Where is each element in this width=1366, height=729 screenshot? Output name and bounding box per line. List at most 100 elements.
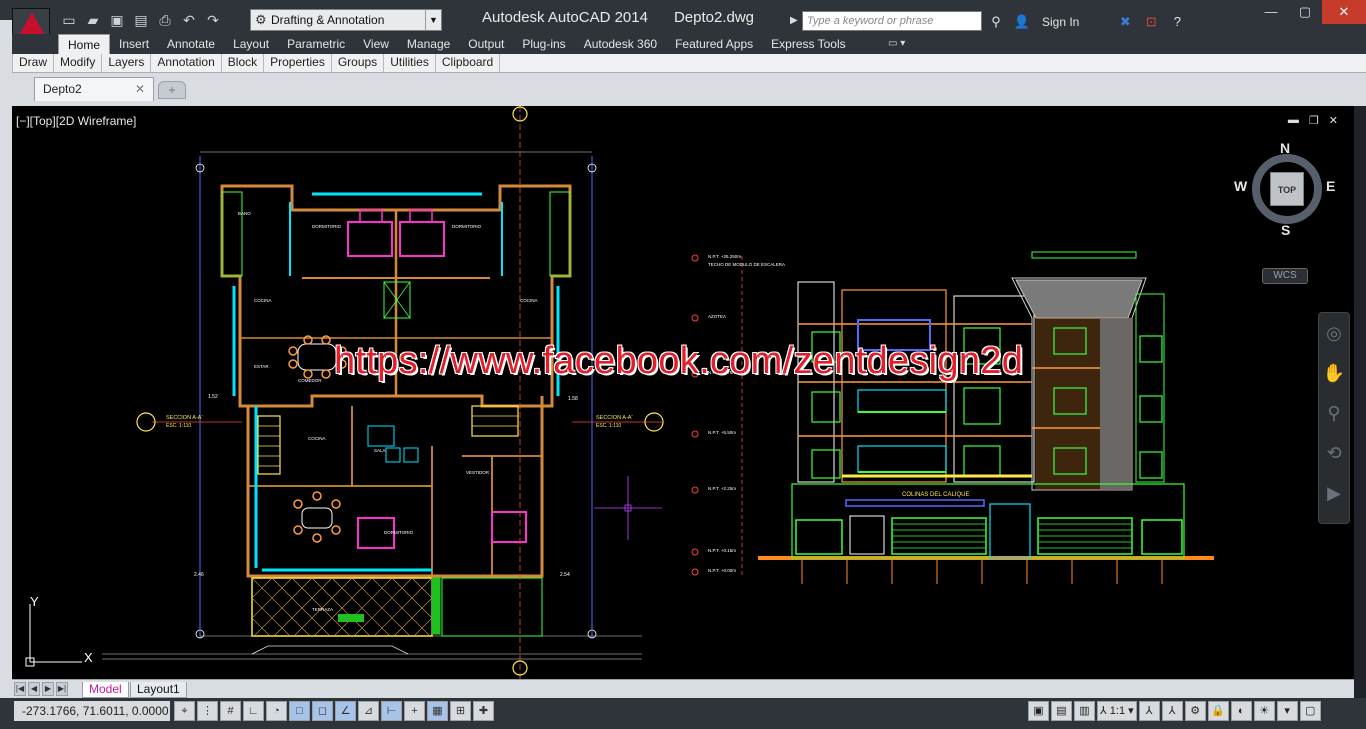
tab-featured-apps[interactable]: Featured Apps bbox=[666, 34, 762, 54]
close-tab-icon[interactable]: ✕ bbox=[135, 78, 145, 100]
transparency-icon[interactable]: ▦ bbox=[427, 701, 448, 721]
hardware-acceleration-icon[interactable]: ◐ bbox=[1230, 701, 1252, 721]
close-icon[interactable]: ✕ bbox=[1322, 0, 1366, 24]
annotation-scale[interactable]: ⅄ 1:1 ▾ bbox=[1097, 701, 1137, 721]
tab-plug-ins[interactable]: Plug-ins bbox=[513, 34, 574, 54]
coordinates-display[interactable]: -273.1766, 71.6011, 0.0000 bbox=[14, 701, 170, 721]
last-layout-icon[interactable]: ▶| bbox=[56, 682, 68, 696]
first-layout-icon[interactable]: |◀ bbox=[14, 682, 26, 696]
tab-layout1[interactable]: Layout1 bbox=[130, 682, 187, 698]
panel-utilities[interactable]: Utilities bbox=[384, 54, 436, 72]
connect-icon[interactable]: ⊡ bbox=[1141, 12, 1161, 32]
3d-object-snap-icon[interactable]: ◻ bbox=[312, 701, 333, 721]
workspace-switching-icon[interactable]: ⚙ bbox=[1184, 701, 1206, 721]
annotation-visibility-icon[interactable]: ⅄ bbox=[1138, 701, 1160, 721]
tab-manage[interactable]: Manage bbox=[398, 34, 459, 54]
compass-east[interactable]: E bbox=[1326, 178, 1335, 194]
ribbon-minimize-icon[interactable]: ▭ ▾ bbox=[888, 38, 914, 50]
tab-autodesk-360[interactable]: Autodesk 360 bbox=[575, 34, 666, 54]
orbit-icon[interactable]: ⟲ bbox=[1319, 433, 1349, 473]
quick-properties-icon[interactable]: ⊞ bbox=[450, 701, 471, 721]
svg-text:1.52: 1.52 bbox=[208, 394, 218, 400]
snap-mode-icon[interactable]: ⋮ bbox=[197, 701, 218, 721]
panel-draw[interactable]: Draw bbox=[12, 54, 55, 72]
showmotion-icon[interactable]: ▶ bbox=[1319, 473, 1349, 513]
title-bar: ▭ ▰ ▣ ▤ ⎙ ↶ ↷ ⚙ Drafting & Annotation ▼ … bbox=[0, 0, 1366, 42]
tab-home[interactable]: Home bbox=[58, 34, 111, 54]
pan-icon[interactable]: ✋ bbox=[1319, 353, 1349, 393]
compass-north[interactable]: N bbox=[1280, 140, 1290, 156]
tab-insert[interactable]: Insert bbox=[110, 34, 158, 54]
minimize-icon[interactable]: — bbox=[1254, 0, 1288, 24]
tab-layout[interactable]: Layout bbox=[224, 34, 278, 54]
annotation-scale-value: 1:1 bbox=[1109, 705, 1126, 717]
panel-groups[interactable]: Groups bbox=[332, 54, 385, 72]
panel-modify[interactable]: Modify bbox=[54, 54, 103, 72]
search-input[interactable]: Type a keyword or phrase bbox=[802, 11, 982, 31]
svg-text:SECCION A-A': SECCION A-A' bbox=[596, 415, 633, 421]
steering-wheel-icon[interactable]: ◎ bbox=[1319, 313, 1349, 353]
infer-constraints-icon[interactable]: ⌖ bbox=[174, 701, 195, 721]
next-layout-icon[interactable]: ▶ bbox=[42, 682, 54, 696]
binoculars-icon[interactable]: ⚲ bbox=[986, 12, 1006, 32]
save-icon[interactable]: ▣ bbox=[106, 9, 128, 31]
quick-view-drawings-icon[interactable]: ▥ bbox=[1074, 701, 1095, 721]
ribbon-panel-group: Draw Modify Layers Annotation Block Propertie… bbox=[12, 54, 501, 72]
tab-annotate[interactable]: Annotate bbox=[158, 34, 224, 54]
status-menu-icon[interactable]: ▾ bbox=[1276, 701, 1298, 721]
model-space-icon[interactable]: ▣ bbox=[1028, 701, 1049, 721]
ribbon-tabs: Home Insert Annotate Layout Parametric View Ma… bbox=[58, 34, 855, 54]
new-file-icon[interactable]: ▭ bbox=[58, 9, 80, 31]
panel-annotation[interactable]: Annotation bbox=[151, 54, 222, 72]
object-snap-tracking-icon[interactable]: ∠ bbox=[335, 701, 356, 721]
file-tabs-bar: Depto2 ✕ + bbox=[0, 73, 1366, 106]
print-icon[interactable]: ⎙ bbox=[154, 9, 176, 31]
dynamic-ucs-icon[interactable]: ⊿ bbox=[358, 701, 379, 721]
svg-text:VESTIDOR: VESTIDOR bbox=[466, 470, 490, 475]
maximize-icon[interactable]: ▢ bbox=[1288, 0, 1322, 24]
grid-display-icon[interactable]: # bbox=[220, 701, 241, 721]
isolate-objects-icon[interactable]: ☀ bbox=[1253, 701, 1275, 721]
tab-model[interactable]: Model bbox=[82, 682, 129, 698]
exchange-icon[interactable]: ✖ bbox=[1115, 12, 1135, 32]
polar-tracking-icon[interactable]: ◔ bbox=[266, 701, 287, 721]
viewcube-top-face[interactable]: TOP bbox=[1270, 172, 1304, 206]
status-bar: -273.1766, 71.6011, 0.0000 ⌖ ⋮ # ∟ ◔ □ ◻… bbox=[0, 698, 1366, 729]
lineweight-icon[interactable]: + bbox=[404, 701, 425, 721]
help-icon[interactable]: ? bbox=[1167, 12, 1187, 32]
drawing-canvas[interactable]: [−][Top][2D Wireframe] ▬ ❐ ✕ BANO DORMIT… bbox=[12, 106, 1354, 679]
panel-layers[interactable]: Layers bbox=[102, 54, 152, 72]
object-snap-icon[interactable]: □ bbox=[289, 701, 310, 721]
panel-block[interactable]: Block bbox=[222, 54, 265, 72]
selection-cycling-icon[interactable]: ✚ bbox=[473, 701, 494, 721]
dynamic-input-icon[interactable]: ⊢ bbox=[381, 701, 402, 721]
compass-south[interactable]: S bbox=[1281, 222, 1290, 238]
auto-scale-icon[interactable]: ⅄ bbox=[1161, 701, 1183, 721]
panel-clipboard[interactable]: Clipboard bbox=[436, 54, 501, 72]
tab-parametric[interactable]: Parametric bbox=[278, 34, 354, 54]
file-tab-depto2[interactable]: Depto2 ✕ bbox=[34, 77, 154, 101]
search-expand-icon[interactable]: ▶ bbox=[790, 11, 802, 31]
quick-view-layouts-icon[interactable]: ▤ bbox=[1051, 701, 1072, 721]
tab-view[interactable]: View bbox=[354, 34, 398, 54]
sign-in-link[interactable]: Sign In bbox=[1042, 15, 1079, 29]
new-tab-button[interactable]: + bbox=[158, 81, 186, 99]
viewcube[interactable]: TOP N S W E bbox=[1234, 140, 1335, 254]
svg-text:DORMITORIO: DORMITORIO bbox=[312, 224, 342, 229]
ortho-mode-icon[interactable]: ∟ bbox=[243, 701, 264, 721]
open-folder-icon[interactable]: ▰ bbox=[82, 9, 104, 31]
undo-icon[interactable]: ↶ bbox=[178, 9, 200, 31]
lock-icon[interactable]: 🔒 bbox=[1207, 701, 1229, 721]
prev-layout-icon[interactable]: ◀ bbox=[28, 682, 40, 696]
redo-icon[interactable]: ↷ bbox=[202, 9, 224, 31]
save-as-icon[interactable]: ▤ bbox=[130, 9, 152, 31]
wcs-menu[interactable]: WCS bbox=[1262, 268, 1308, 284]
panel-properties[interactable]: Properties bbox=[264, 54, 332, 72]
zoom-icon[interactable]: ⚲ bbox=[1319, 393, 1349, 433]
workspace-dropdown[interactable]: ⚙ Drafting & Annotation ▼ bbox=[250, 9, 442, 31]
clean-screen-icon[interactable]: ▢ bbox=[1299, 701, 1321, 721]
tab-output[interactable]: Output bbox=[459, 34, 513, 54]
tab-express-tools[interactable]: Express Tools bbox=[762, 34, 854, 54]
infocenter-tools: ⚲ 👤 Sign In ✖ ⊡ ? bbox=[986, 11, 1187, 33]
compass-west[interactable]: W bbox=[1234, 178, 1247, 194]
